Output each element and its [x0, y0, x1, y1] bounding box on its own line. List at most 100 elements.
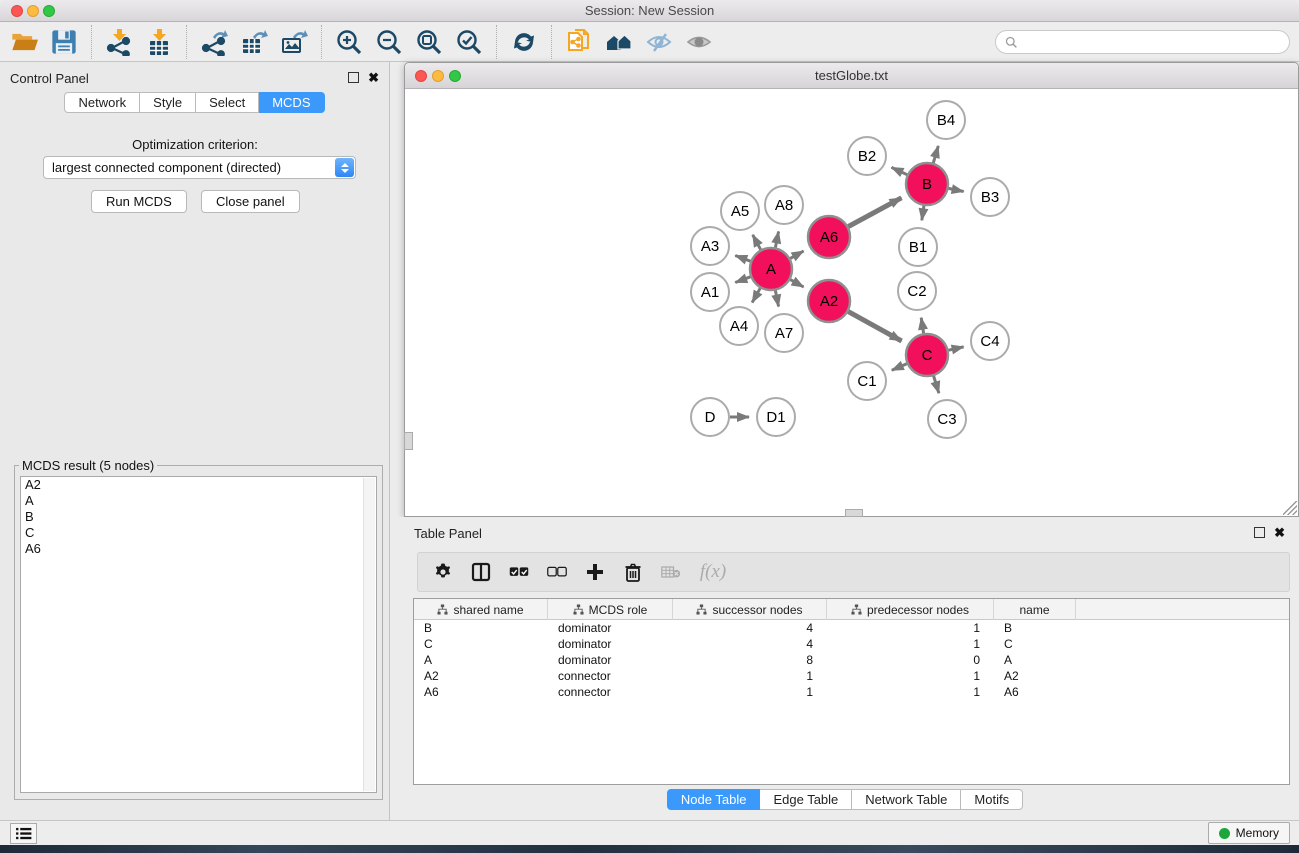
cell-successor-nodes[interactable]: 4: [673, 620, 827, 636]
edge-A-A6[interactable]: [790, 251, 803, 258]
tab-mcds[interactable]: MCDS: [259, 92, 324, 113]
node-A7[interactable]: A7: [765, 314, 803, 352]
cell-shared-name[interactable]: C: [414, 636, 548, 652]
cell-MCDS-role[interactable]: dominator: [548, 620, 673, 636]
close-panel-icon-button[interactable]: ✖: [368, 70, 379, 86]
delete-table-button[interactable]: [652, 554, 690, 590]
edge-A-A3[interactable]: [735, 256, 750, 262]
cell-successor-nodes[interactable]: 4: [673, 636, 827, 652]
cell-name[interactable]: A: [994, 652, 1076, 668]
cell-name[interactable]: C: [994, 636, 1076, 652]
cell-name[interactable]: B: [994, 620, 1076, 636]
result-list-scrollbar[interactable]: [363, 478, 375, 791]
cell-name[interactable]: A6: [994, 684, 1076, 700]
column-header-MCDS-role[interactable]: MCDS role: [548, 599, 673, 620]
node-B4[interactable]: B4: [927, 101, 965, 139]
tab-node-table[interactable]: Node Table: [667, 789, 761, 810]
network-bottom-grip[interactable]: [845, 509, 863, 517]
tab-network[interactable]: Network: [64, 92, 140, 113]
node-C2[interactable]: C2: [898, 272, 936, 310]
node-B1[interactable]: B1: [899, 228, 937, 266]
close-panel-button[interactable]: Close panel: [201, 190, 300, 213]
select-all-checkboxes-button[interactable]: [500, 554, 538, 590]
memory-button[interactable]: Memory: [1208, 822, 1290, 844]
node-A5[interactable]: A5: [721, 192, 759, 230]
cell-successor-nodes[interactable]: 8: [673, 652, 827, 668]
zoom-fit-button[interactable]: [409, 24, 449, 60]
export-table-button[interactable]: [234, 24, 274, 60]
table-row[interactable]: Bdominator41B: [414, 620, 1289, 636]
hide-selected-button[interactable]: [639, 24, 679, 60]
cell-shared-name[interactable]: B: [414, 620, 548, 636]
node-A1[interactable]: A1: [691, 273, 729, 311]
table-row[interactable]: Adominator80A: [414, 652, 1289, 668]
node-C3[interactable]: C3: [928, 400, 966, 438]
cell-successor-nodes[interactable]: 1: [673, 668, 827, 684]
tab-network-table[interactable]: Network Table: [852, 789, 961, 810]
edge-A-A7[interactable]: [775, 291, 778, 307]
column-browser-button[interactable]: [462, 554, 500, 590]
node-A[interactable]: A: [750, 248, 792, 290]
edge-B-B3[interactable]: [949, 188, 964, 191]
float-table-panel-button[interactable]: [1254, 527, 1265, 538]
network-resize-grip[interactable]: [1283, 501, 1297, 515]
column-header-successor-nodes[interactable]: successor nodes: [673, 599, 827, 620]
edge-C-C3[interactable]: [934, 376, 939, 393]
column-header-name[interactable]: name: [994, 599, 1076, 620]
zoom-selected-button[interactable]: [449, 24, 489, 60]
edge-A-A2[interactable]: [790, 280, 803, 287]
show-all-button[interactable]: [679, 24, 719, 60]
edge-A-A4[interactable]: [752, 288, 760, 302]
close-table-panel-button[interactable]: ✖: [1274, 525, 1285, 541]
network-graph[interactable]: AA1A2A3A4A5A6A7A8BB1B2B3B4CC1C2C3C4DD1: [405, 89, 1298, 516]
network-left-grip[interactable]: [404, 432, 413, 450]
cell-predecessor-nodes[interactable]: 1: [827, 636, 994, 652]
cell-predecessor-nodes[interactable]: 0: [827, 652, 994, 668]
network-window-titlebar[interactable]: testGlobe.txt: [405, 63, 1298, 89]
table-row[interactable]: A2connector11A2: [414, 668, 1289, 684]
result-item[interactable]: B: [21, 509, 376, 525]
result-item[interactable]: A: [21, 493, 376, 509]
task-history-button[interactable]: [10, 823, 37, 844]
export-image-button[interactable]: [274, 24, 314, 60]
function-builder-button[interactable]: f(x): [690, 554, 736, 590]
cell-MCDS-role[interactable]: connector: [548, 668, 673, 684]
refresh-view-button[interactable]: [504, 24, 544, 60]
table-row[interactable]: A6connector11A6: [414, 684, 1289, 700]
cell-MCDS-role[interactable]: dominator: [548, 652, 673, 668]
edge-A-A8[interactable]: [775, 232, 778, 248]
edge-B-B2[interactable]: [892, 167, 908, 174]
edge-B-B4[interactable]: [933, 146, 938, 163]
zoom-in-button[interactable]: [329, 24, 369, 60]
edge-A-A5[interactable]: [753, 235, 761, 250]
float-panel-button[interactable]: [348, 72, 359, 83]
duplicate-network-button[interactable]: [559, 24, 599, 60]
cell-predecessor-nodes[interactable]: 1: [827, 684, 994, 700]
tab-select[interactable]: Select: [196, 92, 259, 113]
edge-A6-B[interactable]: [848, 198, 901, 227]
cell-shared-name[interactable]: A: [414, 652, 548, 668]
cell-name[interactable]: A2: [994, 668, 1076, 684]
result-item[interactable]: C: [21, 525, 376, 541]
cell-MCDS-role[interactable]: dominator: [548, 636, 673, 652]
save-session-button[interactable]: [44, 24, 84, 60]
cell-predecessor-nodes[interactable]: 1: [827, 668, 994, 684]
delete-column-button[interactable]: [614, 554, 652, 590]
column-header-predecessor-nodes[interactable]: predecessor nodes: [827, 599, 994, 620]
import-table-button[interactable]: [139, 24, 179, 60]
search-input[interactable]: [1023, 32, 1289, 52]
node-A2[interactable]: A2: [808, 280, 850, 322]
cell-shared-name[interactable]: A2: [414, 668, 548, 684]
run-mcds-button[interactable]: Run MCDS: [91, 190, 187, 213]
tab-edge-table[interactable]: Edge Table: [760, 789, 852, 810]
open-file-button[interactable]: [4, 24, 44, 60]
node-A6[interactable]: A6: [808, 216, 850, 258]
tab-motifs[interactable]: Motifs: [961, 789, 1023, 810]
result-item[interactable]: A6: [21, 541, 376, 557]
edge-A2-C[interactable]: [848, 312, 901, 341]
edge-A-A1[interactable]: [735, 277, 750, 283]
node-C4[interactable]: C4: [971, 322, 1009, 360]
node-A4[interactable]: A4: [720, 307, 758, 345]
cell-successor-nodes[interactable]: 1: [673, 684, 827, 700]
deselect-all-checkboxes-button[interactable]: [538, 554, 576, 590]
